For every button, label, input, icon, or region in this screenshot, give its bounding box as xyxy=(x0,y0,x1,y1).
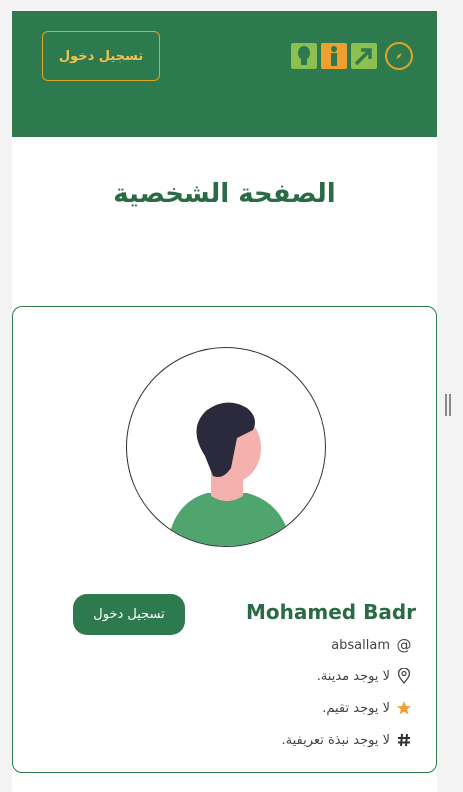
rating-row: لا يوجد تقيم. xyxy=(322,700,412,716)
at-icon: @ xyxy=(396,636,412,654)
profile-name: Mohamed Badr xyxy=(246,600,416,624)
username-text: absallam xyxy=(331,637,390,653)
arrow-up-right-icon xyxy=(351,43,377,69)
compass-icon xyxy=(385,42,413,70)
username-row: @ absallam xyxy=(331,636,412,654)
avatar xyxy=(126,347,326,547)
card-login-button[interactable]: تسجيل دخول xyxy=(73,594,185,635)
city-row: لا يوجد مدينة. xyxy=(317,668,412,684)
hash-icon xyxy=(396,732,412,748)
top-header: تسجيل دخول xyxy=(12,11,437,137)
person-icon xyxy=(321,43,347,69)
page-container: تسجيل دخول الصفحة الشخصية تسجيل دخول Moh… xyxy=(12,11,437,792)
page-title: الصفحة الشخصية xyxy=(113,179,336,209)
site-logo[interactable] xyxy=(291,41,413,71)
bulb-icon xyxy=(291,43,317,69)
resize-handle[interactable] xyxy=(445,394,451,416)
star-icon xyxy=(396,700,412,716)
rating-text: لا يوجد تقيم. xyxy=(322,700,390,716)
bio-row: لا يوجد نبذة تعريفية. xyxy=(282,732,412,748)
city-text: لا يوجد مدينة. xyxy=(316,668,390,684)
header-login-button[interactable]: تسجيل دخول xyxy=(42,31,160,81)
bio-text: لا يوجد نبذة تعريفية. xyxy=(281,732,390,748)
profile-card: تسجيل دخول Mohamed Badr @ absallam لا يو… xyxy=(12,306,437,773)
location-pin-icon xyxy=(396,668,412,684)
